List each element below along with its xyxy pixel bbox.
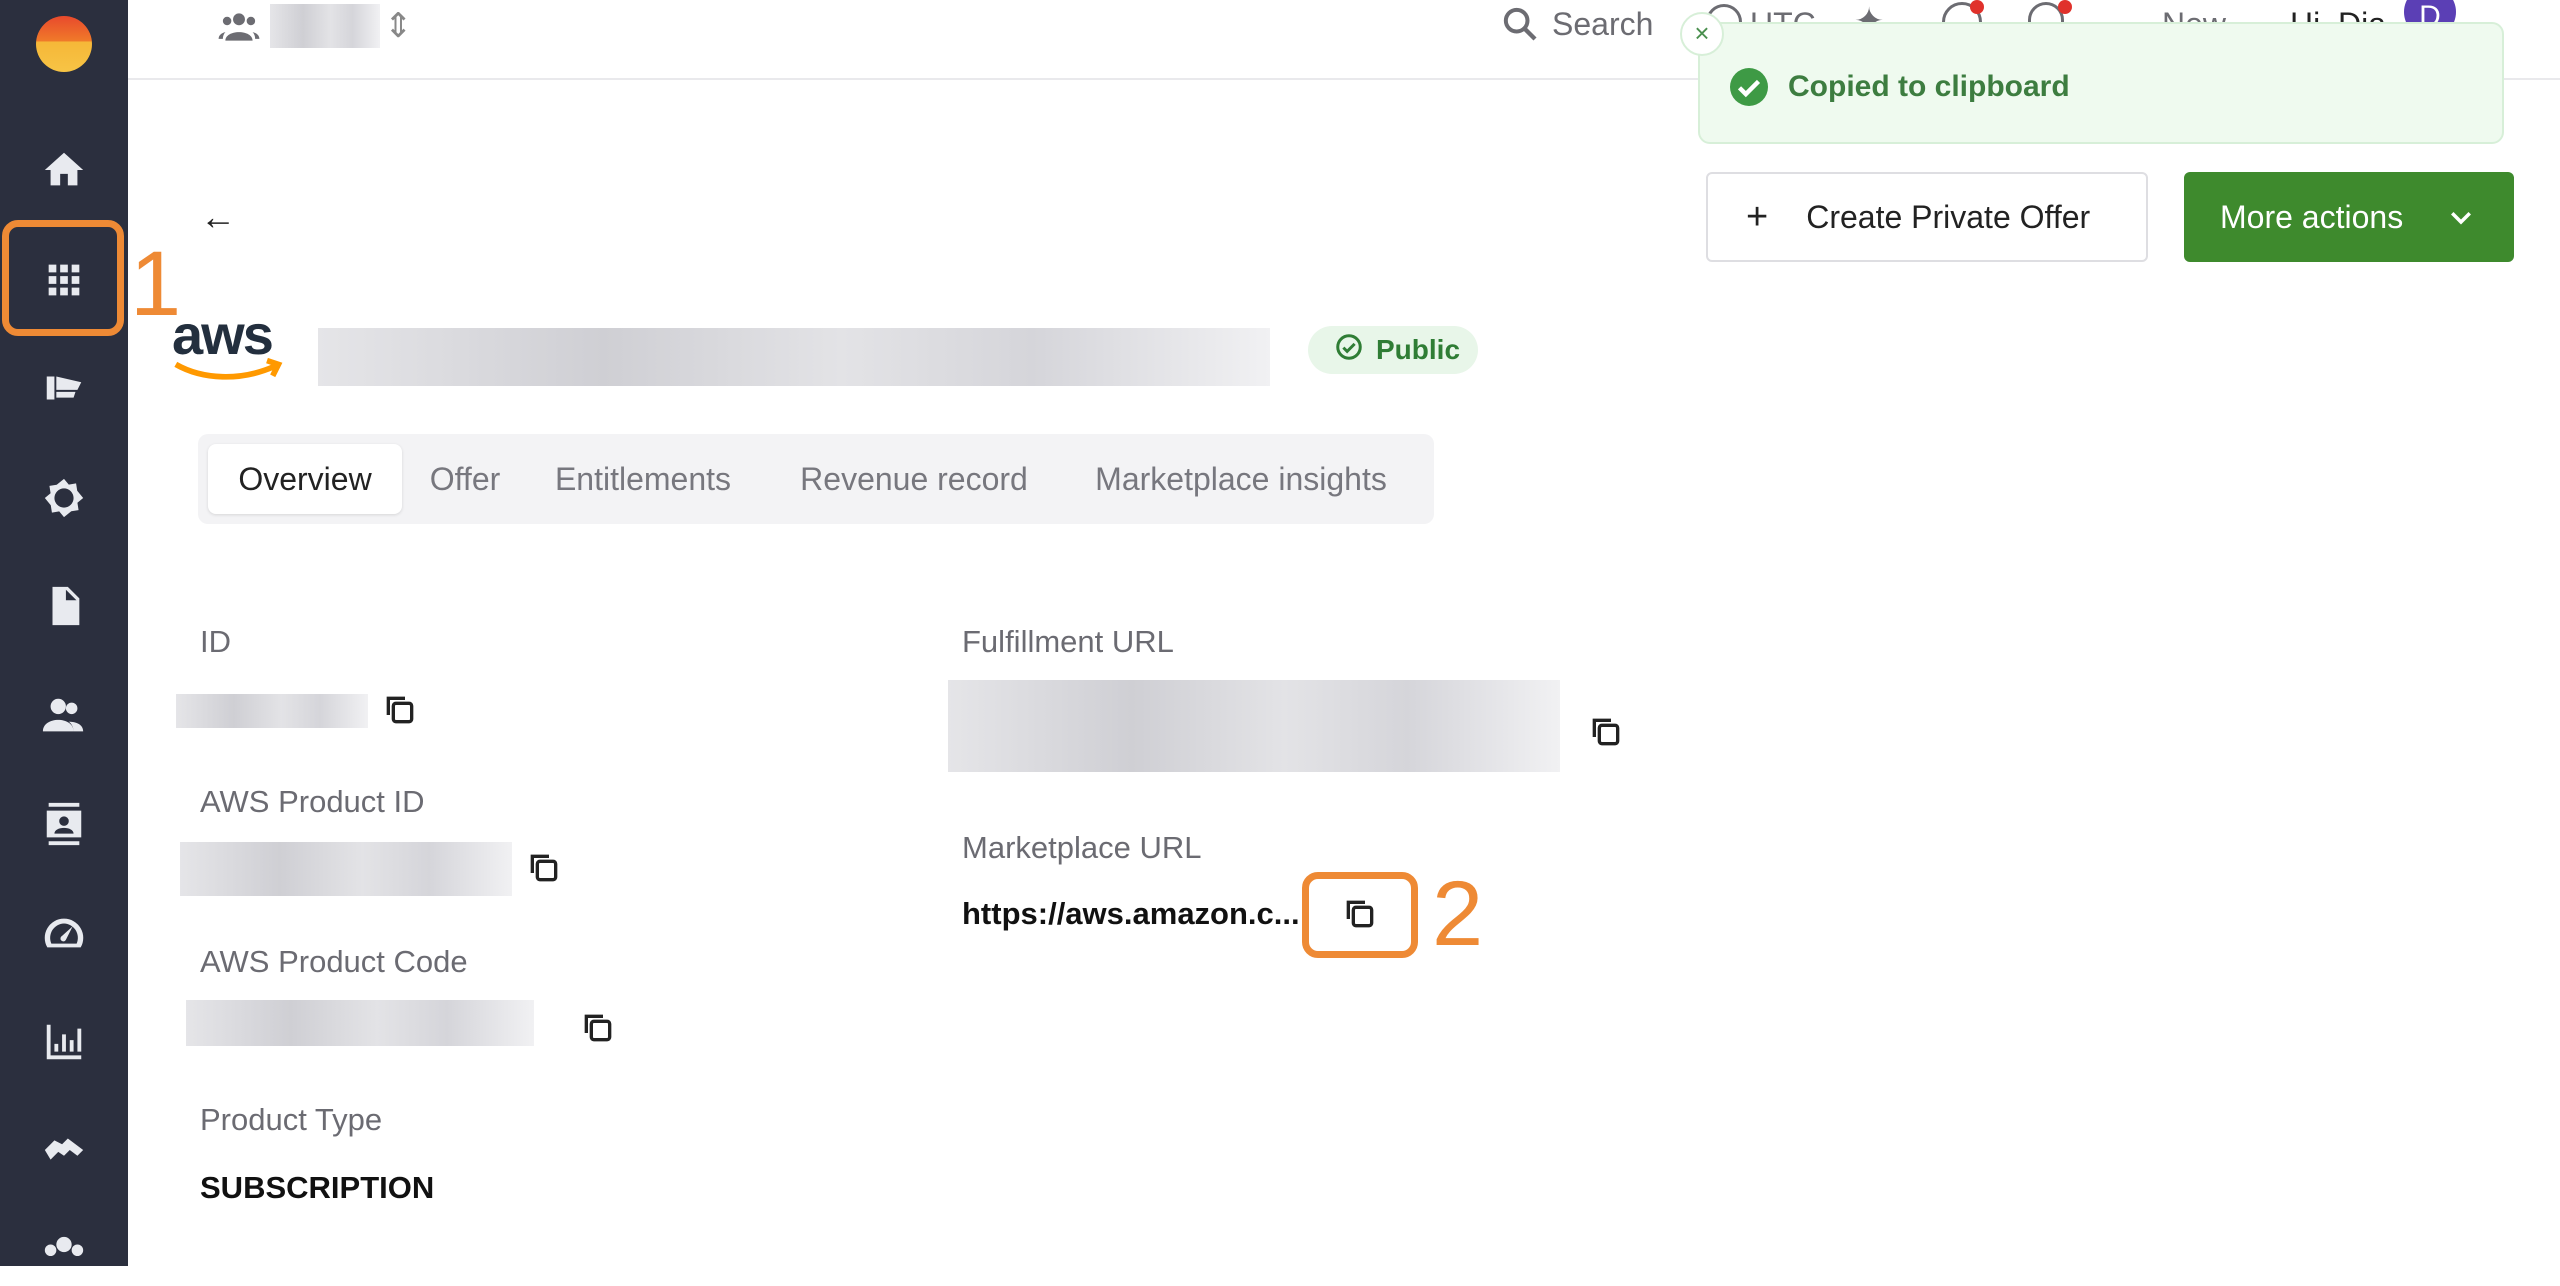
settings-icon[interactable] [34,468,94,528]
aws-product-code-label: AWS Product Code [200,944,468,979]
product-title [318,328,1270,386]
status-badge-label: Public [1376,334,1461,365]
product-type-label: Product Type [200,1102,383,1137]
aws-product-id-label: AWS Product ID [200,784,425,819]
tab-revenue-record[interactable]: Revenue record [786,444,1042,514]
create-private-offer-button[interactable]: + Create Private Offer [1706,172,2148,262]
aws-product-code-value [186,1000,534,1046]
contacts-icon[interactable] [34,794,94,854]
analytics-icon[interactable] [34,1012,94,1072]
bell-notification-dot [2058,0,2072,14]
people-icon[interactable] [34,686,94,746]
back-button[interactable]: ← [200,196,236,238]
listings-icon[interactable] [34,358,94,418]
id-value [176,694,368,728]
aws-product-id-value [180,842,512,896]
help-notification-dot [1970,0,1984,14]
id-label: ID [200,624,231,659]
copy-id-icon[interactable] [380,690,420,730]
annotation-number-2: 2 [1432,863,1484,965]
marketplace-url-label: Marketplace URL [962,830,1202,865]
product-type-value: SUBSCRIPTION [200,1170,435,1205]
status-badge: Public [1308,326,1478,374]
workspace-name[interactable] [270,4,380,48]
plus-icon: + [1746,195,1769,238]
app-logo[interactable] [36,16,92,72]
tab-entitlements[interactable]: Entitlements [538,444,748,514]
search-icon[interactable] [1500,4,1540,44]
copy-product-id-icon[interactable] [524,848,564,888]
copy-product-code-icon[interactable] [578,1008,618,1048]
more-actions-button[interactable]: More actions [2184,172,2514,262]
speedometer-icon[interactable] [34,904,94,964]
annotation-highlight-2 [1302,872,1418,958]
aws-logo: aws [172,307,286,386]
tab-marketplace-insights[interactable]: Marketplace insights [1074,444,1408,514]
team-icon[interactable] [34,1226,94,1286]
tab-bar: Overview Offer Entitlements Revenue reco… [198,434,1434,524]
home-icon[interactable] [34,140,94,200]
check-circle-outline-icon [1334,332,1364,369]
toast-notification: Copied to clipboard [1698,22,2504,144]
marketplace-url-value[interactable]: https://aws.amazon.c... [962,896,1300,932]
sidebar [0,0,128,1266]
fulfillment-url-label: Fulfillment URL [962,624,1174,659]
copy-fulfillment-url-icon[interactable] [1586,712,1626,752]
tab-offer[interactable]: Offer [412,444,518,514]
annotation-highlight-1 [2,220,124,336]
toast-message: Copied to clipboard [1788,70,2070,103]
document-icon[interactable] [34,576,94,636]
workspace-switch-icon[interactable]: ⇕ [384,6,413,46]
more-actions-label: More actions [2220,198,2404,235]
workspace-icon[interactable] [218,10,260,44]
handshake-icon[interactable] [34,1120,94,1180]
create-offer-label: Create Private Offer [1806,198,2091,235]
chevron-down-icon [2446,202,2476,240]
fulfillment-url-value [948,680,1560,772]
toast-close-button[interactable]: × [1680,12,1724,56]
check-circle-icon [1730,68,1768,106]
search-label[interactable]: Search [1552,6,1653,43]
tab-overview[interactable]: Overview [208,444,402,514]
